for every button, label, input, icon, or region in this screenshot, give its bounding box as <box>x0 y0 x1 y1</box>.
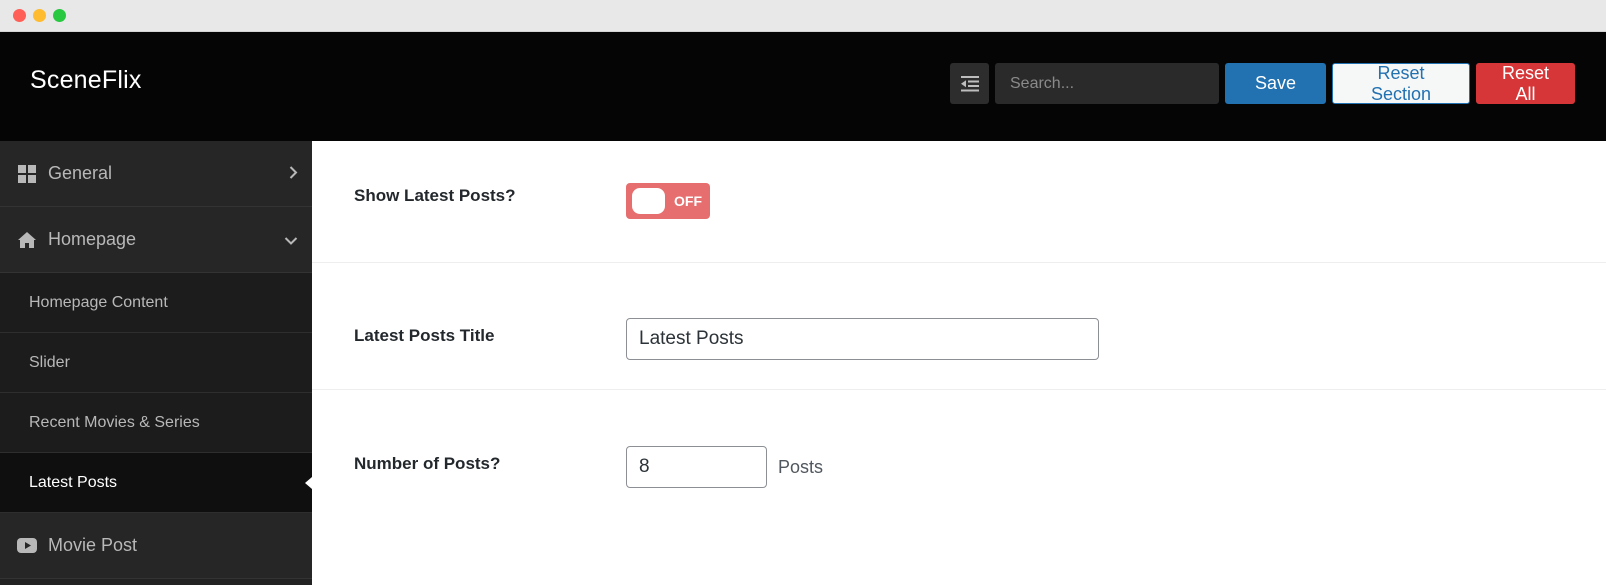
sidebar-item-label: Homepage <box>48 229 137 249</box>
home-icon <box>17 230 37 250</box>
field-label: Show Latest Posts? <box>354 186 516 205</box>
field-label: Latest Posts Title <box>354 326 495 345</box>
window-titlebar <box>0 0 1606 32</box>
settings-panel: Show Latest Posts? OFF Latest Posts Titl… <box>312 141 1606 585</box>
sidebar-item-general[interactable]: General <box>0 141 312 207</box>
app-window: SceneFlix Save Reset Section Reset All <box>0 0 1606 585</box>
number-of-posts-group: Posts <box>626 446 823 488</box>
field-number-of-posts: Number of Posts? Posts <box>312 390 1606 585</box>
latest-posts-title-input[interactable] <box>626 318 1099 360</box>
sidebar-nav: General Homepage Homepage Content Slider… <box>0 141 312 585</box>
chevron-down-icon <box>284 229 298 250</box>
reset-all-button[interactable]: Reset All <box>1476 63 1575 104</box>
field-latest-posts-title: Latest Posts Title <box>312 263 1606 390</box>
sidebar-item-label: Latest Posts <box>29 473 118 491</box>
sidebar-subitem-slider[interactable]: Slider <box>0 333 312 393</box>
save-button[interactable]: Save <box>1225 63 1326 104</box>
sidebar-item-label: Slider <box>29 353 70 371</box>
show-latest-posts-toggle[interactable]: OFF <box>626 183 710 219</box>
search-input[interactable] <box>995 63 1219 104</box>
sidebar-item-homepage[interactable]: Homepage <box>0 207 312 273</box>
field-show-latest-posts: Show Latest Posts? OFF <box>312 141 1606 263</box>
sidebar-subitem-homepage-content[interactable]: Homepage Content <box>0 273 312 333</box>
close-window-button[interactable] <box>13 9 26 22</box>
sidebar-item-label: General <box>48 163 113 183</box>
minimize-window-button[interactable] <box>33 9 46 22</box>
brand-title: SceneFlix <box>30 66 142 94</box>
options-header: SceneFlix Save Reset Section Reset All <box>0 32 1606 141</box>
header-toolbar: Save Reset Section Reset All <box>950 63 1575 104</box>
collapse-menu-button[interactable] <box>950 63 989 104</box>
toggle-knob <box>632 188 665 214</box>
maximize-window-button[interactable] <box>53 9 66 22</box>
sidebar-item-label: Homepage Content <box>29 293 168 311</box>
chevron-right-icon <box>289 163 298 184</box>
sidebar-subitem-latest-posts[interactable]: Latest Posts <box>0 453 312 513</box>
sidebar-item-label: Movie Post <box>48 535 138 555</box>
outdent-icon <box>960 75 979 91</box>
posts-unit-label: Posts <box>778 456 824 477</box>
reset-section-button[interactable]: Reset Section <box>1332 63 1470 104</box>
youtube-icon <box>17 536 37 556</box>
sidebar-item-label: Recent Movies & Series <box>29 413 200 431</box>
number-of-posts-input[interactable] <box>626 446 767 488</box>
sidebar-item-movie-post[interactable]: Movie Post <box>0 513 312 579</box>
toggle-state-text: OFF <box>674 193 702 209</box>
field-label: Number of Posts? <box>354 454 501 473</box>
sidebar-subitem-recent-movies-series[interactable]: Recent Movies & Series <box>0 393 312 453</box>
grid-icon <box>17 164 37 184</box>
